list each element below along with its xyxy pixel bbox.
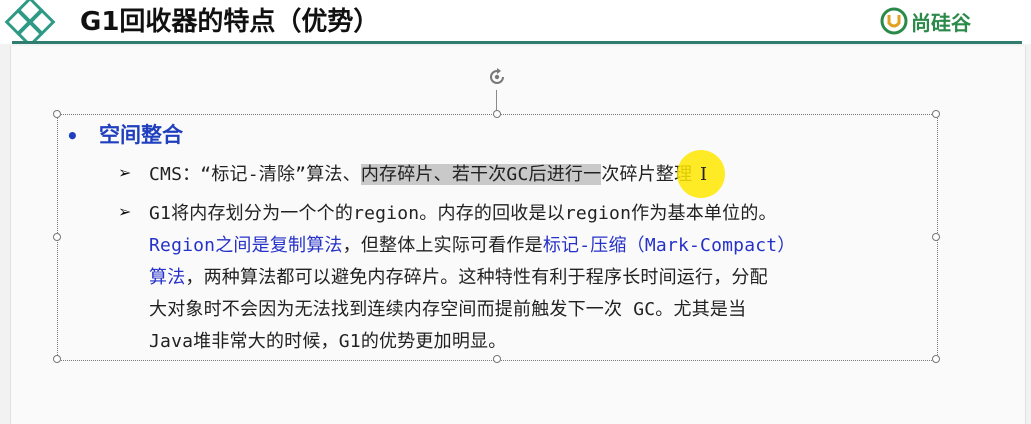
header-divider bbox=[12, 41, 1022, 44]
brand-name: 尚硅谷 bbox=[911, 10, 971, 35]
plain-text: ，但整体上实际可看作是 bbox=[342, 235, 543, 256]
text-cursor-icon: Ⅰ bbox=[700, 164, 708, 185]
slide-header: G1回收器的特点（优势） 尚硅谷 bbox=[0, 0, 1031, 44]
section-heading[interactable]: 空间整合 bbox=[99, 119, 183, 149]
resize-handle-se[interactable] bbox=[932, 355, 940, 363]
blue-text-algorithm: 算法 bbox=[149, 267, 186, 288]
item-g1-line-4[interactable]: 大对象时不会因为无法找到连续内存空间而提前触发下一次 GC。尤其是当 bbox=[149, 295, 746, 321]
resize-handle-s[interactable] bbox=[493, 355, 501, 363]
selected-text-highlight[interactable]: 内存碎片、若干次GC后进行一 bbox=[360, 164, 602, 185]
item-g1-line-5[interactable]: Java堆非常大的时候，G1的优势更加明显。 bbox=[149, 327, 506, 353]
arrow-bullet-icon: ➢ bbox=[118, 163, 132, 182]
item-g1-line-1[interactable]: G1将内存划分为一个个的region。内存的回收是以region作为基本单位的。 bbox=[149, 199, 777, 225]
item-g1-line-2[interactable]: Region之间是复制算法，但整体上实际可看作是标记-压缩（Mark-Compa… bbox=[149, 231, 796, 257]
resize-handle-e[interactable] bbox=[932, 233, 940, 241]
brand-logo: 尚硅谷 bbox=[880, 6, 971, 36]
rotate-handle-icon[interactable] bbox=[486, 66, 508, 88]
resize-handle-sw[interactable] bbox=[53, 355, 61, 363]
bullet-dot: • bbox=[66, 124, 79, 148]
blue-text-copy-algorithm: Region之间是复制算法 bbox=[149, 235, 343, 256]
resize-handle-ne[interactable] bbox=[932, 110, 940, 118]
blue-text-mark-compact: 标记-压缩（Mark-Compact） bbox=[542, 235, 796, 256]
resize-handle-w[interactable] bbox=[53, 233, 61, 241]
item-g1-line-3[interactable]: 算法，两种算法都可以避免内存碎片。这种特性有利于程序长时间运行，分配 bbox=[149, 263, 768, 289]
slide-title: G1回收器的特点（优势） bbox=[80, 7, 380, 37]
resize-handle-n[interactable] bbox=[493, 110, 501, 118]
arrow-bullet-icon: ➢ bbox=[118, 202, 132, 221]
diamond-logo-icon bbox=[4, 0, 56, 44]
brand-logo-icon bbox=[880, 7, 908, 35]
resize-handle-nw[interactable] bbox=[53, 110, 61, 118]
item-cms-line[interactable]: CMS：“标记-清除”算法、内存碎片、若干次GC后进行一次碎片整理 bbox=[149, 160, 692, 186]
plain-text: ，两种算法都可以避免内存碎片。这种特性有利于程序长时间运行，分配 bbox=[185, 267, 768, 288]
item-cms-text: CMS：“标记-清除”算法、 bbox=[149, 164, 361, 185]
